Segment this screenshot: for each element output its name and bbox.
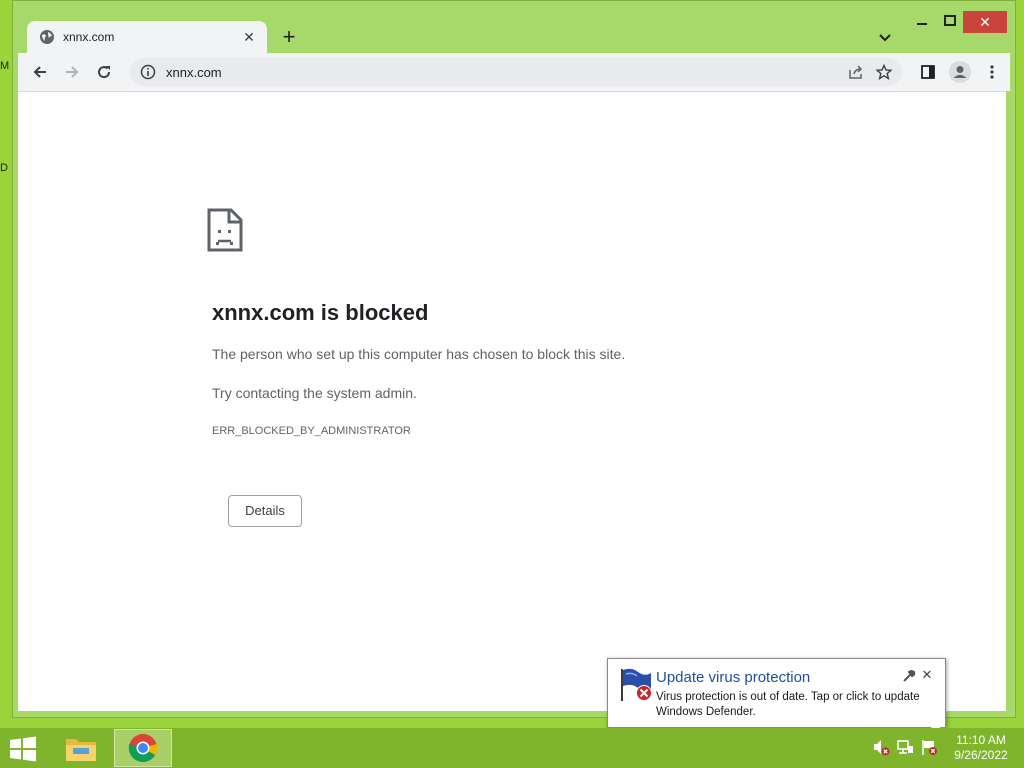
taskbar: 11:10 AM 9/26/2022 — [0, 728, 1024, 768]
reload-button[interactable] — [88, 56, 120, 88]
avatar-icon — [949, 61, 971, 83]
network-icon[interactable] — [896, 738, 914, 756]
action-center-flag-icon[interactable] — [920, 738, 938, 756]
side-panel-button[interactable] — [912, 56, 944, 88]
notification-balloon[interactable]: Update virus protection Virus protection… — [607, 658, 946, 728]
window-close-button[interactable]: ✕ — [963, 11, 1007, 33]
close-tab-icon[interactable]: ✕ — [241, 29, 257, 45]
notification-title: Update virus protection — [656, 669, 811, 686]
browser-toolbar: xnnx.com — [18, 53, 1010, 91]
chrome-icon — [128, 734, 158, 762]
windows-start-icon[interactable] — [8, 736, 38, 762]
notification-body: Virus protection is out of date. Tap or … — [656, 691, 920, 718]
chevron-down-icon[interactable] — [875, 27, 895, 47]
arrow-right-icon — [66, 66, 79, 78]
taskbar-chrome[interactable] — [114, 729, 172, 767]
system-tray — [872, 738, 938, 756]
clock-date: 9/26/2022 — [954, 748, 1008, 762]
error-description: The person who set up this computer has … — [212, 346, 626, 362]
browser-tab[interactable]: xnnx.com ✕ — [27, 21, 267, 53]
address-text[interactable]: xnnx.com — [166, 65, 842, 80]
more-vert-icon — [990, 65, 994, 79]
error-code: ERR_BLOCKED_BY_ADMINISTRATOR — [212, 425, 411, 437]
globe-icon — [40, 30, 54, 44]
address-bar[interactable]: xnnx.com — [130, 58, 902, 86]
star-icon — [876, 64, 892, 80]
arrow-left-icon — [33, 66, 46, 78]
details-button[interactable]: Details — [228, 495, 302, 527]
side-panel-icon — [921, 65, 935, 79]
info-icon[interactable] — [140, 64, 156, 80]
tab-strip: xnnx.com ✕ + ✕ — [13, 1, 1015, 53]
bookmark-button[interactable] — [870, 58, 898, 86]
desktop-icon-label-partial: M — [0, 60, 10, 72]
clock-time: 11:10 AM — [956, 733, 1006, 747]
notification-close-icon[interactable]: ✕ — [920, 667, 934, 683]
page-content: xnnx.com is blocked The person who set u… — [18, 91, 1006, 711]
new-tab-button[interactable]: + — [277, 25, 301, 49]
defender-flag-icon — [621, 668, 652, 701]
page-title: xnnx.com is blocked — [212, 300, 429, 325]
folder-icon — [66, 739, 96, 761]
settings-wrench-icon[interactable] — [902, 669, 916, 683]
back-button[interactable] — [24, 56, 56, 88]
forward-button[interactable] — [56, 56, 88, 88]
share-icon — [849, 65, 863, 79]
toolbar-right-actions — [912, 56, 1008, 88]
volume-muted-icon[interactable] — [872, 738, 890, 756]
maximize-icon[interactable] — [939, 11, 961, 33]
error-hint: Try contacting the system admin. — [212, 385, 417, 401]
desktop-icon-label-partial: D — [0, 162, 8, 174]
share-button[interactable] — [842, 58, 870, 86]
taskbar-file-explorer[interactable] — [52, 729, 110, 767]
profile-button[interactable] — [944, 56, 976, 88]
taskbar-clock[interactable]: 11:10 AM 9/26/2022 — [944, 733, 1018, 763]
minimize-icon[interactable] — [911, 11, 933, 33]
browser-window: xnnx.com ✕ + ✕ xnnx.com xnnx.com is bloc… — [12, 0, 1016, 718]
reload-icon — [98, 66, 111, 79]
sad-document-icon — [207, 208, 243, 252]
tab-title: xnnx.com — [63, 30, 115, 44]
menu-button[interactable] — [976, 56, 1008, 88]
